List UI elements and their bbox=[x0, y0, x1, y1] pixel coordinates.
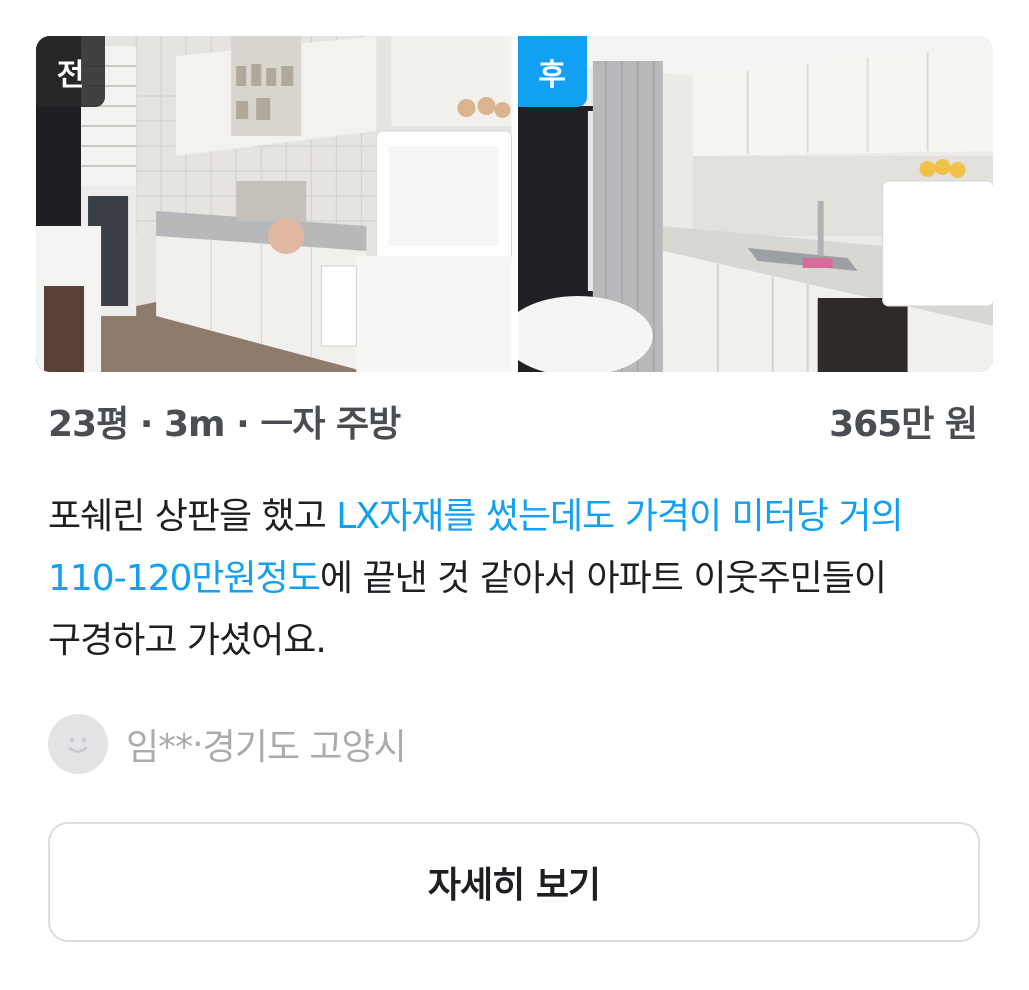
separator: · bbox=[224, 404, 261, 445]
photo-after[interactable]: 후 bbox=[517, 36, 993, 372]
area: 23평 bbox=[48, 404, 129, 445]
review-description: 포쉐린 상판을 했고 LX자재를 썼는데도 가격이 미터당 거의 110-120… bbox=[48, 486, 988, 672]
photo-before[interactable]: 전 bbox=[36, 36, 512, 372]
description-text: 에 끝낸 것 같아서 아파트 이웃주민들이 bbox=[319, 558, 887, 599]
description-text: 포쉐린 상판을 했고 bbox=[48, 496, 337, 537]
description-line: 110-120만원정도에 끝낸 것 같아서 아파트 이웃주민들이 bbox=[48, 548, 988, 610]
description-text: 구경하고 가셨어요. bbox=[48, 620, 327, 661]
before-tag: 전 bbox=[36, 36, 105, 107]
separator: · bbox=[128, 404, 164, 445]
author-name: 임** bbox=[126, 727, 193, 768]
author-info: 임** · 경기도 고양시 bbox=[48, 714, 407, 774]
kitchen-before-image bbox=[36, 36, 512, 372]
smiley-icon bbox=[68, 737, 88, 753]
price: 365만 원 bbox=[829, 404, 978, 445]
description-highlight: 110-120만원정도 bbox=[48, 558, 321, 599]
description-line: 포쉐린 상판을 했고 LX자재를 썼는데도 가격이 미터당 거의 bbox=[48, 486, 988, 548]
description-line: 구경하고 가셨어요. bbox=[48, 610, 988, 672]
kitchen-after-image bbox=[517, 36, 993, 372]
listing-specs: 23평 · 3m · ㅡ자 주방 bbox=[48, 395, 401, 447]
kitchen-length: 3m bbox=[163, 404, 226, 445]
description-highlight: LX자재를 썼는데도 가격이 미터당 거의 bbox=[336, 496, 903, 537]
kitchen-type: ㅡ자 주방 bbox=[260, 404, 401, 445]
separator: · bbox=[192, 723, 203, 765]
before-after-photos[interactable]: 전 후 bbox=[36, 36, 993, 372]
listing-meta: 23평 · 3m · ㅡ자 주방 365만 원 bbox=[48, 393, 978, 449]
avatar bbox=[48, 714, 108, 774]
author-location: 경기도 고양시 bbox=[202, 727, 407, 768]
review-card[interactable]: 전 후 23평 · 3m · ㅡ자 주방 365만 원 포쉐린 상판을 했고 L… bbox=[0, 0, 1029, 990]
view-details-button[interactable]: 자세히 보기 bbox=[48, 822, 980, 942]
after-tag: 후 bbox=[517, 36, 587, 107]
